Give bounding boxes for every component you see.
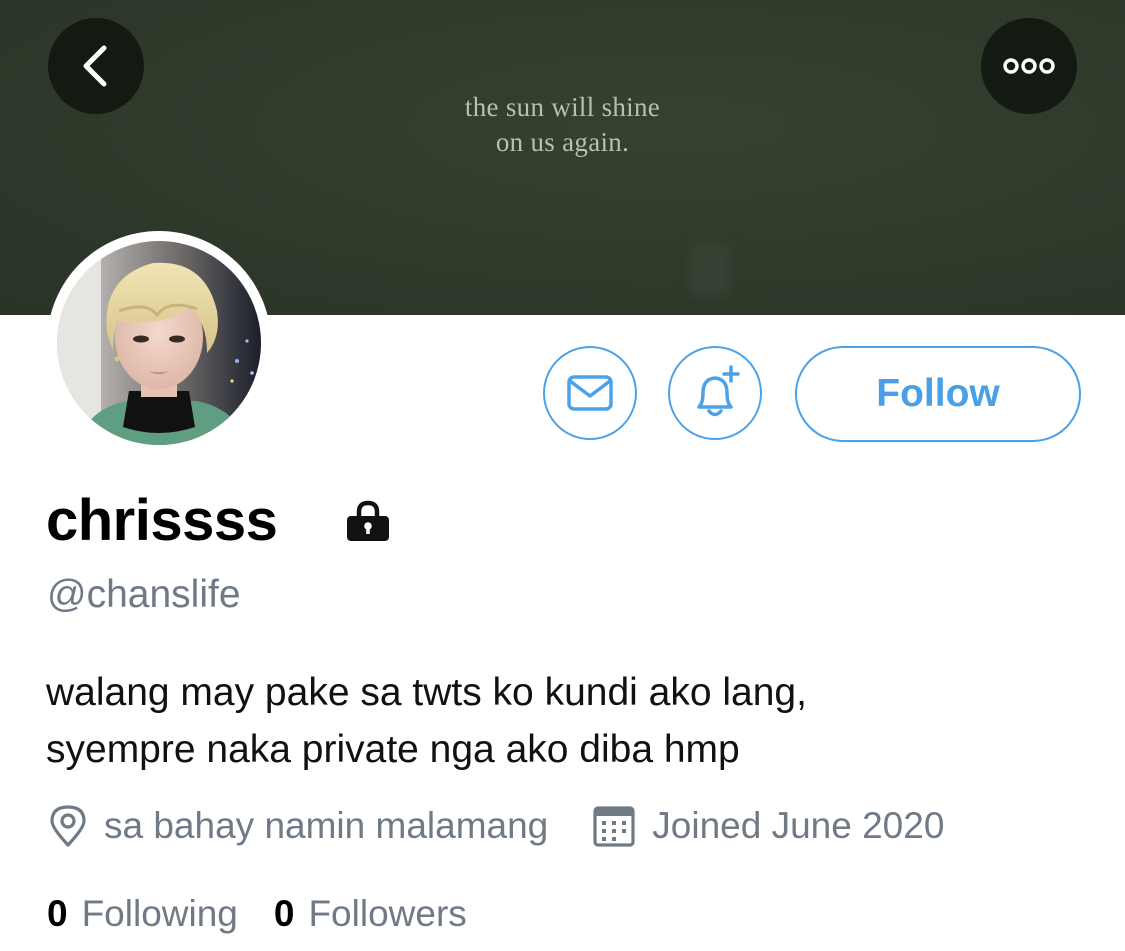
bio: walang may pake sa twts ko kundi ako lan… (46, 664, 807, 778)
followers-link[interactable]: 0 Followers (274, 890, 467, 938)
banner-decoration (690, 245, 730, 295)
back-button[interactable] (48, 18, 144, 114)
avatar-image (57, 241, 261, 445)
message-button[interactable] (543, 346, 637, 440)
more-horizontal-icon (1003, 58, 1055, 74)
avatar[interactable] (47, 231, 271, 455)
bell-plus-icon (697, 365, 740, 417)
profile-page: the sun will shine on us again. Follow c… (0, 0, 1125, 951)
join-date: Joined June 2020 (592, 804, 944, 848)
location-pin-icon (50, 805, 86, 847)
following-label: Following (81, 893, 238, 934)
profile-meta: sa bahay namin malamang Joined June 2020 (48, 800, 944, 852)
banner-text-line1: the sun will shine (464, 92, 661, 122)
bio-line: syempre naka private nga ako diba hmp (46, 728, 740, 771)
followers-label: Followers (308, 893, 467, 934)
followers-count: 0 (273, 893, 295, 934)
location-label: sa bahay namin malamang (104, 805, 549, 846)
join-date-label: Joined June 2020 (652, 805, 945, 846)
location: sa bahay namin malamang (48, 804, 548, 848)
notifications-button[interactable] (668, 346, 762, 440)
following-count: 0 (47, 893, 68, 934)
lock-icon (347, 500, 389, 541)
banner-text-line2: on us again. (495, 127, 630, 157)
more-options-button[interactable] (981, 18, 1077, 114)
follow-stats: 0 Following 0 Followers (47, 890, 467, 938)
mail-icon (567, 375, 613, 411)
display-name: chrissss (46, 488, 278, 553)
follow-button[interactable]: Follow (795, 346, 1081, 442)
bio-line: walang may pake sa twts ko kundi ako lan… (46, 671, 807, 714)
calendar-icon (593, 806, 635, 847)
chevron-left-icon (83, 45, 107, 87)
username-handle: @chanslife (47, 573, 241, 616)
following-link[interactable]: 0 Following (47, 890, 238, 938)
